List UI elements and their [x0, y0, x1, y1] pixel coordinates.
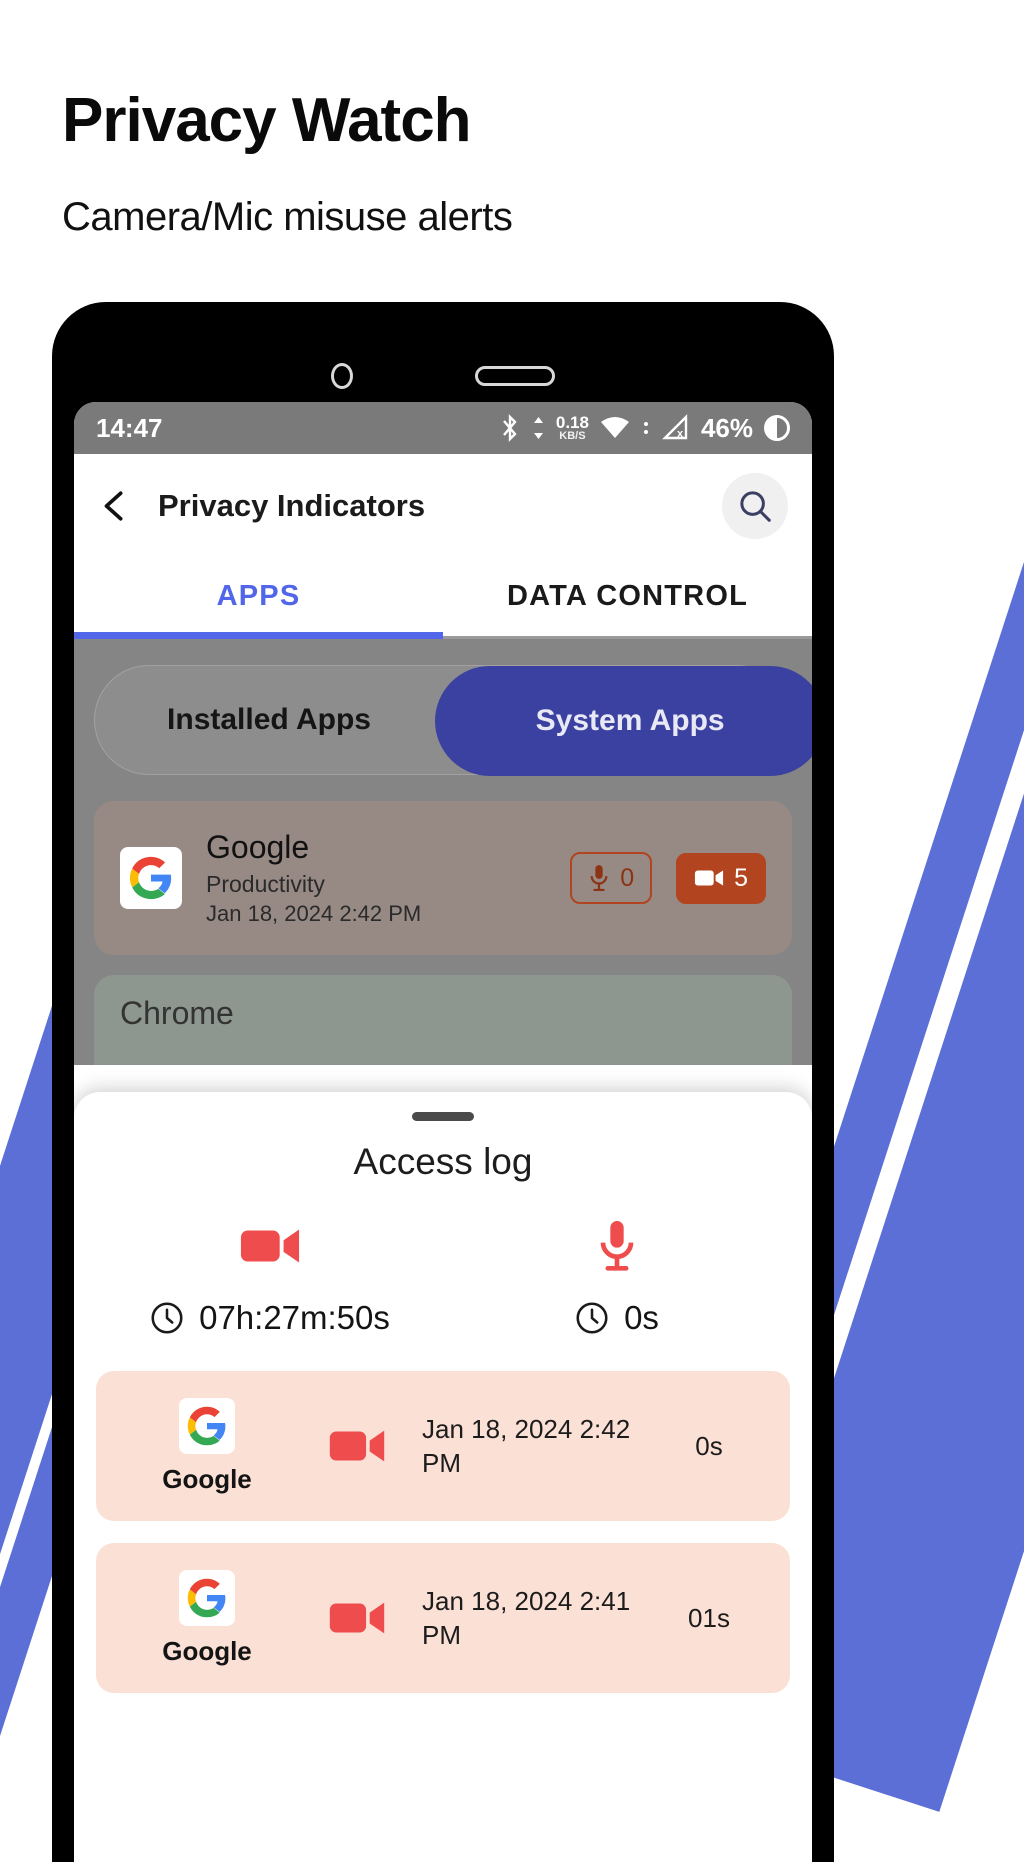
svg-text:x: x — [677, 428, 684, 440]
back-chevron-icon[interactable] — [98, 489, 132, 523]
phone-screen: 14:47 0.18 KB/S x 46% Privacy Indicators… — [74, 402, 812, 1862]
app-list-item[interactable]: Chrome — [94, 975, 792, 1065]
google-icon — [179, 1397, 235, 1454]
stripe — [825, 348, 1024, 1812]
camera-count-badge[interactable]: 5 — [676, 852, 766, 904]
network-speed-value: 0.18 — [555, 413, 589, 432]
microphone-duration: 0s — [624, 1299, 659, 1336]
google-icon — [120, 847, 182, 909]
app-timestamp: Jan 18, 2024 2:42 PM — [206, 901, 422, 926]
log-row[interactable]: Google Jan 18, 2024 2:42 PM 0s — [96, 1371, 790, 1521]
battery-percent: 46% — [700, 412, 753, 443]
front-camera-icon — [331, 363, 353, 389]
phone-mockup: 14:47 0.18 KB/S x 46% Privacy Indicators… — [52, 302, 834, 1862]
microphone-duration-row: 0s — [574, 1299, 659, 1337]
log-timestamp: Jan 18, 2024 2:42 PM — [422, 1413, 631, 1478]
usage-totals: 07h:27m:50s 0s — [96, 1215, 790, 1337]
promo-heading: Privacy Watch Camera/Mic misuse alerts — [62, 86, 513, 240]
camera-count: 5 — [734, 863, 748, 892]
google-icon — [179, 1569, 235, 1626]
log-row[interactable]: Google Jan 18, 2024 2:41 PM 01s — [96, 1543, 790, 1693]
status-time: 14:47 — [96, 412, 163, 443]
camera-icon — [695, 870, 724, 886]
log-app: Google — [122, 1569, 292, 1667]
segmented-control: Installed Apps System Apps — [94, 665, 812, 776]
signal-off-icon: x — [662, 414, 688, 440]
access-log-sheet: Access log 07h:27m:50s 0s Google Jan 18,… — [74, 1092, 812, 1862]
log-app-name: Google — [162, 1635, 252, 1666]
wifi-icon — [600, 417, 629, 438]
segment-installed-apps[interactable]: Installed Apps — [95, 703, 443, 737]
microphone-icon — [590, 865, 608, 892]
camera-icon — [292, 1426, 422, 1466]
clock-icon — [576, 1302, 608, 1334]
page-title: Privacy Watch — [62, 86, 472, 155]
log-duration: 0s — [695, 1430, 723, 1461]
phone-notch — [52, 356, 834, 396]
mic-count-badge[interactable]: 0 — [570, 852, 653, 904]
updown-arrows-icon — [533, 417, 543, 439]
log-app-name: Google — [162, 1463, 252, 1494]
search-icon — [740, 491, 771, 522]
page-subtitle: Camera/Mic misuse alerts — [62, 195, 513, 240]
battery-circle-icon — [764, 415, 790, 441]
access-log-list: Google Jan 18, 2024 2:42 PM 0s Google Ja… — [96, 1371, 790, 1693]
tab-active-underline — [74, 632, 443, 639]
app-name: Google — [206, 829, 310, 865]
camera-total: 07h:27m:50s — [96, 1215, 443, 1337]
app-category: Productivity — [206, 871, 325, 897]
camera-icon — [239, 1215, 301, 1277]
bluetooth-icon — [502, 414, 517, 442]
camera-duration-row: 07h:27m:50s — [149, 1299, 390, 1337]
camera-duration: 07h:27m:50s — [199, 1299, 390, 1336]
app-info: Google Productivity Jan 18, 2024 2:42 PM — [206, 829, 546, 927]
camera-icon — [292, 1598, 422, 1638]
status-bar: 14:47 0.18 KB/S x 46% — [74, 402, 812, 454]
sheet-title: Access log — [353, 1141, 533, 1182]
log-timestamp: Jan 18, 2024 2:41 PM — [422, 1585, 631, 1650]
drag-handle[interactable] — [412, 1112, 474, 1121]
microphone-icon — [597, 1215, 637, 1277]
mic-count: 0 — [620, 863, 635, 892]
tab-bar: APPS DATA CONTROL — [74, 558, 812, 639]
dimmed-content: Installed Apps System Apps Google Produc… — [74, 639, 812, 1065]
app-bar-title: Privacy Indicators — [158, 488, 426, 523]
log-app: Google — [122, 1397, 292, 1495]
status-icons: 0.18 KB/S x 46% — [499, 413, 790, 444]
clock-icon — [151, 1302, 183, 1334]
search-button[interactable] — [722, 473, 788, 539]
segment-system-apps[interactable]: System Apps — [435, 666, 812, 776]
app-bar: Privacy Indicators — [74, 454, 812, 558]
microphone-total: 0s — [443, 1215, 790, 1337]
app-list-item[interactable]: Google Productivity Jan 18, 2024 2:42 PM… — [94, 801, 792, 955]
log-duration: 01s — [688, 1602, 730, 1633]
wifi-dots-icon — [643, 422, 648, 434]
network-speed-unit: KB/S — [559, 430, 586, 442]
tab-data-control[interactable]: DATA CONTROL — [443, 558, 812, 639]
tab-apps[interactable]: APPS — [74, 558, 443, 639]
earpiece-speaker-icon — [475, 366, 555, 386]
network-speed-indicator: 0.18 KB/S — [556, 414, 589, 442]
